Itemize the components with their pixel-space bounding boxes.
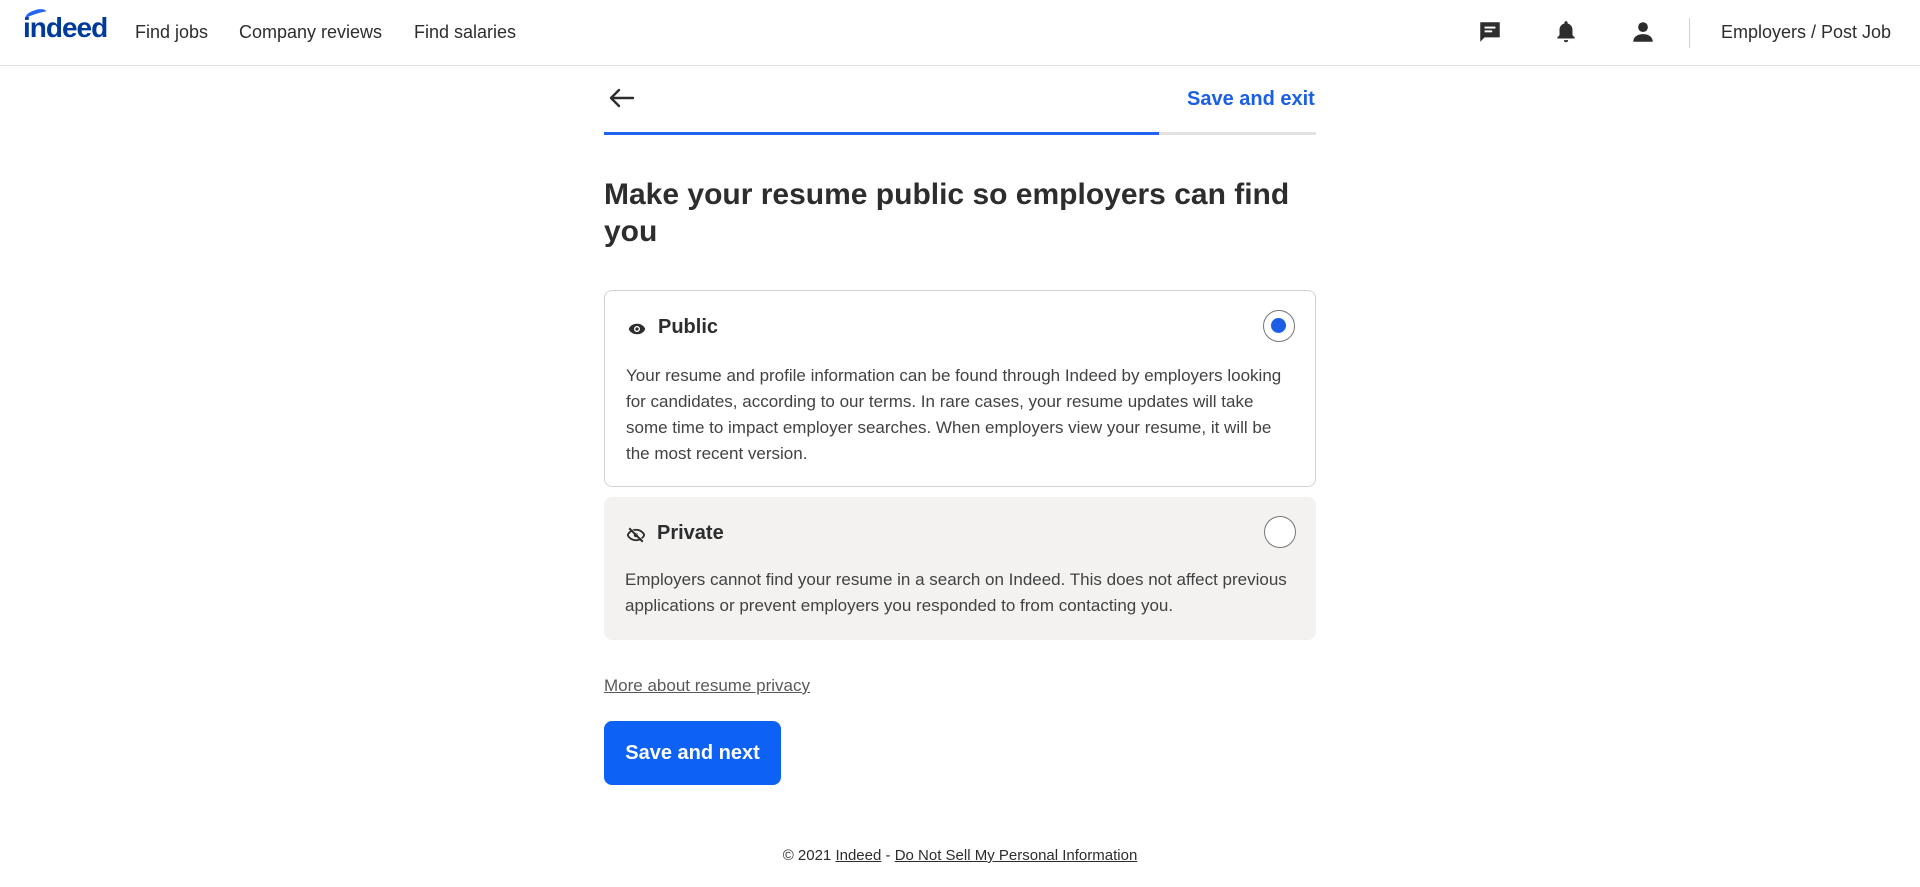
nav-find-jobs[interactable]: Find jobs bbox=[135, 22, 208, 43]
nav-find-salaries[interactable]: Find salaries bbox=[414, 22, 516, 43]
option-public[interactable]: Public Your resume and profile informati… bbox=[604, 290, 1316, 487]
eye-off-icon bbox=[626, 525, 646, 545]
radio-private[interactable] bbox=[1264, 516, 1296, 548]
footer-privacy-link[interactable]: Do Not Sell My Personal Information bbox=[895, 847, 1138, 864]
nav-employers-post-job[interactable]: Employers / Post Job bbox=[1721, 22, 1891, 43]
footer-indeed-link[interactable]: Indeed bbox=[835, 847, 881, 864]
option-private-description: Employers cannot find your resume in a s… bbox=[625, 570, 1287, 615]
more-about-resume-privacy-link[interactable]: More about resume privacy bbox=[604, 676, 810, 696]
top-navigation-bar: indeed Find jobs Company reviews Find sa… bbox=[0, 0, 1920, 66]
eye-icon bbox=[627, 319, 647, 339]
progress-bar bbox=[604, 132, 1316, 135]
back-button[interactable] bbox=[604, 80, 640, 116]
header-divider bbox=[1689, 18, 1690, 48]
footer-copyright: © 2021 bbox=[782, 847, 836, 864]
radio-public[interactable] bbox=[1263, 310, 1295, 342]
footer-separator: - bbox=[881, 847, 895, 864]
nav-company-reviews[interactable]: Company reviews bbox=[239, 22, 382, 43]
option-private-label: Private bbox=[657, 522, 724, 544]
indeed-logo[interactable]: indeed bbox=[23, 6, 108, 44]
option-private[interactable]: Private Employers cannot find your resum… bbox=[604, 497, 1316, 640]
progress-bar-fill bbox=[604, 132, 1160, 135]
messages-icon[interactable] bbox=[1475, 17, 1505, 47]
footer: © 2021 Indeed - Do Not Sell My Personal … bbox=[0, 847, 1920, 864]
option-public-label: Public bbox=[658, 316, 719, 338]
save-and-next-button[interactable]: Save and next bbox=[604, 721, 781, 785]
option-public-description: Your resume and profile information can … bbox=[626, 366, 1282, 463]
page-title: Make your resume public so employers can… bbox=[604, 178, 1290, 248]
account-icon[interactable] bbox=[1628, 17, 1658, 47]
save-and-exit-button[interactable]: Save and exit bbox=[1187, 88, 1315, 111]
notifications-icon[interactable] bbox=[1551, 17, 1581, 47]
arrow-left-icon bbox=[609, 88, 635, 108]
